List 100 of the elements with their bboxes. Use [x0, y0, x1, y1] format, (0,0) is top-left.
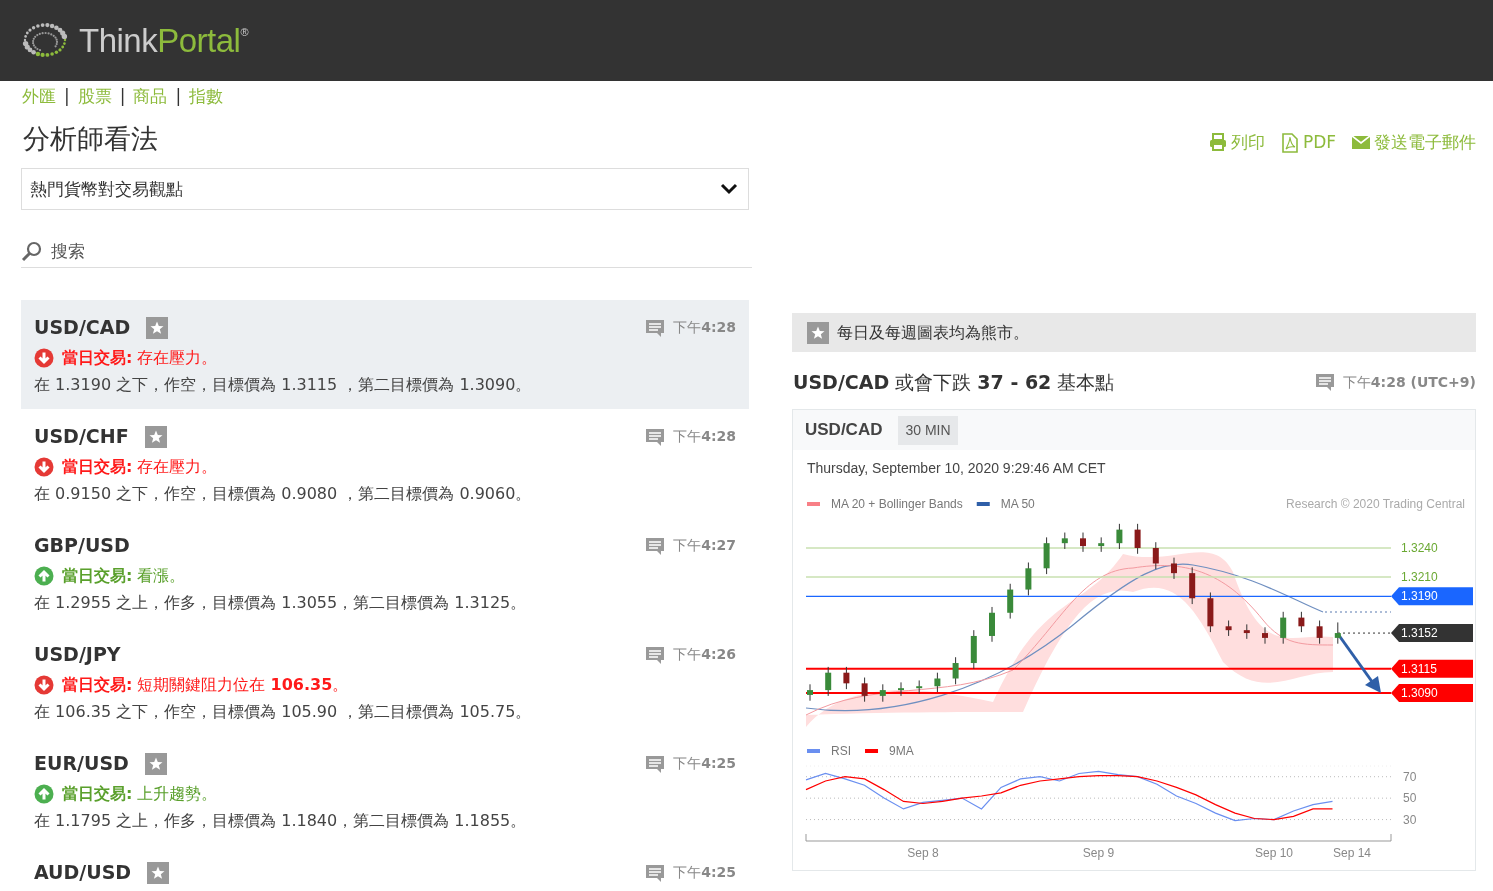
legend-label: 9MA	[889, 744, 914, 758]
axis-tick-label: 70	[1403, 769, 1417, 784]
axis-tick-label: Sep 10	[1255, 846, 1293, 860]
legend-label: MA 50	[1000, 497, 1035, 511]
candlestick	[1152, 541, 1159, 570]
legend-label: RSI	[831, 744, 851, 758]
idea-time: 下午4:28	[673, 427, 736, 447]
chart-interval: 30 MIN	[898, 415, 958, 445]
nav-separator: |	[175, 85, 182, 108]
candlestick	[1207, 591, 1214, 633]
idea-item[interactable]: AUD/USD 下午4:25	[21, 845, 749, 891]
candlestick	[1243, 623, 1250, 640]
candlestick	[1225, 620, 1232, 637]
candlestick	[1007, 583, 1014, 620]
candlestick	[1080, 532, 1086, 553]
axis-tick-label: 50	[1403, 791, 1417, 806]
dotted-guide-line	[1337, 632, 1392, 634]
chevron-down-icon	[720, 183, 738, 196]
candlestick	[1061, 532, 1068, 550]
price-label: 1.3190	[1401, 589, 1438, 604]
candlestick	[916, 679, 923, 695]
pair-name: USD/CHF	[34, 424, 129, 450]
dotted-guide-line	[1324, 611, 1392, 613]
summary-banner: 每日及每週圖表均為熊市。	[792, 313, 1476, 352]
nav-separator: |	[119, 85, 126, 108]
category-dropdown[interactable]: 熱門貨幣對交易觀點	[21, 168, 749, 211]
comment-icon	[645, 862, 666, 883]
logo-text: ThinkPortal$^{®}$	[79, 20, 249, 61]
candlestick	[970, 629, 977, 670]
idea-item[interactable]: GBP/USD 下午4:27 當日交易: 看漲。 在 1.2955 之上，作多，目標價為 1.3055，第二目標價為 1.3125。	[21, 518, 749, 628]
comment-icon	[645, 317, 666, 338]
pair-name: USD/CAD	[34, 315, 131, 341]
candlestick	[807, 683, 813, 702]
comment-icon	[645, 535, 666, 556]
candlestick	[843, 666, 850, 690]
candlestick	[1316, 620, 1323, 645]
idea-time: 下午4:27	[673, 536, 736, 556]
search-icon	[21, 240, 43, 263]
idea-description: 在 1.3190 之下，作空，目標價為 1.3115 ，第二目標價為 1.3090。	[34, 373, 533, 396]
candlestick	[1043, 536, 1050, 575]
forecast-arrow	[1336, 633, 1381, 693]
idea-time: 下午4:25	[673, 863, 736, 883]
idea-headline: 當日交易: 上升趨勢。	[62, 782, 218, 805]
comment-icon	[645, 753, 666, 774]
pair-name: USD/JPY	[34, 642, 121, 668]
candlestick	[1134, 523, 1141, 555]
comment-icon	[645, 644, 666, 665]
printer-icon	[1208, 133, 1227, 153]
candlestick	[1025, 562, 1032, 596]
idea-headline: 當日交易: 看漲。	[62, 564, 186, 587]
page-title: 分析師看法	[23, 123, 159, 156]
candlestick	[898, 681, 904, 697]
pdf-file-icon	[1280, 133, 1299, 153]
comment-icon	[645, 426, 666, 447]
idea-headline: 當日交易: 短期關鍵阻力位在 106.35。	[62, 673, 349, 696]
candlestick	[952, 656, 959, 685]
price-label: 1.3090	[1401, 686, 1438, 700]
idea-time: 下午4:25	[673, 754, 736, 774]
candlestick	[1189, 566, 1196, 605]
comment-icon	[1314, 372, 1335, 392]
candlestick	[825, 666, 832, 697]
pair-name: AUD/USD	[34, 860, 132, 886]
chart-symbol: USD/CAD	[805, 419, 883, 442]
idea-description: 在 1.1795 之上，作多，目標價為 1.1840，第二目標價為 1.1855。	[34, 809, 528, 832]
idea-headline: 當日交易: 存在壓力。	[62, 455, 218, 478]
pair-name: GBP/USD	[34, 533, 130, 559]
candlestick	[1262, 626, 1268, 645]
candlestick	[1171, 557, 1177, 580]
chart-date: Thursday, September 10, 2020 9:29:46 AM CET	[806, 459, 1107, 478]
candlestick	[879, 683, 886, 703]
idea-item[interactable]: USD/CAD 下午4:28 當日交易: 存在壓力。 在 1.3190 之下，作空，目標價為 1.3115 ，第二目標價為 1.3090。	[21, 300, 749, 410]
candlestick	[1334, 621, 1341, 645]
idea-headline: 當日交易: 存在壓力。	[62, 346, 218, 369]
axis-tick-label: Sep 8	[907, 846, 939, 860]
candlestick	[861, 677, 868, 703]
idea-description: 在 106.35 之下，作空，目標價為 105.90 ，第二目標價為 105.75。	[34, 700, 533, 723]
pair-name: EUR/USD	[34, 751, 129, 777]
idea-time: 下午4:26	[673, 645, 736, 665]
price-label: 1.3115	[1401, 661, 1437, 676]
idea-item[interactable]: EUR/USD 下午4:25 當日交易: 上升趨勢。 在 1.1795 之上，作多，目標價為 1.1840，第二目標價為 1.1855。	[21, 736, 749, 846]
axis-tick-label: Sep 14	[1333, 846, 1371, 860]
nav-separator: |	[64, 85, 70, 108]
axis-tick-label: Sep 9	[1082, 846, 1115, 860]
price-label: 1.3210	[1401, 570, 1438, 584]
price-label: 1.3152	[1401, 626, 1438, 641]
detail-time: 下午4:28 (UTC+9)	[1342, 372, 1476, 392]
candlestick	[1280, 611, 1287, 645]
idea-time: 下午4:28	[673, 318, 736, 338]
candlestick	[1116, 523, 1123, 550]
idea-item[interactable]: USD/CHF 下午4:28 當日交易: 存在壓力。 在 0.9150 之下，作空，目標價為 0.9080 ，第二目標價為 0.9060。	[21, 409, 749, 519]
idea-description: 在 1.2955 之上，作多，目標價為 1.3055，第二目標價為 1.3125。	[34, 591, 528, 614]
price-label: 1.3240	[1401, 541, 1438, 555]
candlestick	[989, 606, 995, 643]
legend-label: MA 20 + Bollinger Bands	[831, 497, 963, 511]
candlestick	[934, 672, 941, 693]
axis-tick-label: 30	[1403, 812, 1417, 827]
idea-description: 在 0.9150 之下，作空，目標價為 0.9080 ，第二目標價為 0.9060。	[34, 482, 533, 505]
candlestick	[1098, 536, 1105, 553]
candlestick	[1298, 611, 1305, 633]
idea-item[interactable]: USD/JPY 下午4:26 當日交易: 短期關鍵阻力位在 106.35。 在 106.35 之下，作空，目標價為 105.90 ，第二目標價為 105.75。	[21, 627, 749, 737]
